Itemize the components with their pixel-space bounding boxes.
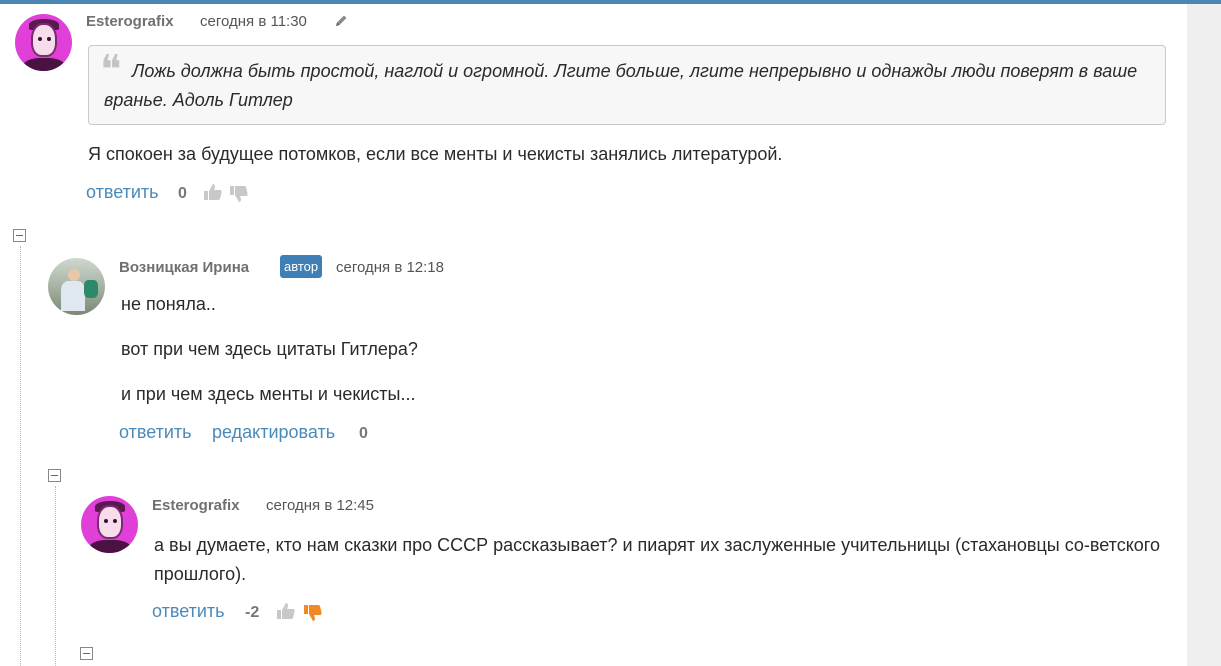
collapse-minus-icon[interactable] xyxy=(13,229,26,242)
thread-line xyxy=(20,246,21,666)
avatar[interactable] xyxy=(15,14,72,71)
comment-author[interactable]: Возницкая Ирина xyxy=(119,259,249,276)
scrollbar-track[interactable] xyxy=(1187,4,1221,666)
pencil-icon[interactable] xyxy=(333,13,349,29)
comment-date[interactable]: сегодня в 12:18 xyxy=(336,259,444,276)
avatar[interactable] xyxy=(81,496,138,553)
comment-score: 0 xyxy=(359,425,368,442)
collapse-minus-icon[interactable] xyxy=(80,647,93,660)
collapse-minus-icon[interactable] xyxy=(48,469,61,482)
thumbs-up-icon[interactable] xyxy=(203,182,223,202)
author-badge: автор xyxy=(280,255,323,278)
thread-line xyxy=(55,486,56,666)
comment-paragraph: не поняла.. xyxy=(121,294,216,314)
comment-author[interactable]: Esterografix xyxy=(152,497,240,514)
comment-paragraph: вот при чем здесь цитаты Гитлера? xyxy=(121,339,418,359)
comment-score: -2 xyxy=(245,604,260,621)
reply-link[interactable]: ответить xyxy=(152,601,225,622)
reply-link[interactable]: ответить xyxy=(119,422,192,443)
thumbs-down-icon[interactable] xyxy=(229,184,249,204)
reply-link[interactable]: ответить xyxy=(86,182,159,203)
avatar[interactable] xyxy=(48,258,105,315)
comment-score: 0 xyxy=(178,185,187,202)
thumbs-down-icon[interactable] xyxy=(303,603,323,623)
comment-text: а вы думаете, кто нам сказки про СССР ра… xyxy=(154,535,1160,584)
edit-link[interactable]: редактировать xyxy=(212,422,335,443)
comment-text: Я спокоен за будущее потомков, если все … xyxy=(88,144,783,164)
quote-block: ❝ Ложь должна быть простой, наглой и огр… xyxy=(88,45,1166,125)
comment-date[interactable]: сегодня в 11:30 xyxy=(200,13,307,30)
thumbs-up-icon[interactable] xyxy=(276,601,296,621)
comment-paragraph: и при чем здесь менты и чекисты... xyxy=(121,384,416,404)
comment-author[interactable]: Esterografix xyxy=(86,13,174,30)
comment-date[interactable]: сегодня в 12:45 xyxy=(266,497,374,514)
quote-text: Ложь должна быть простой, наглой и огром… xyxy=(104,61,1138,110)
